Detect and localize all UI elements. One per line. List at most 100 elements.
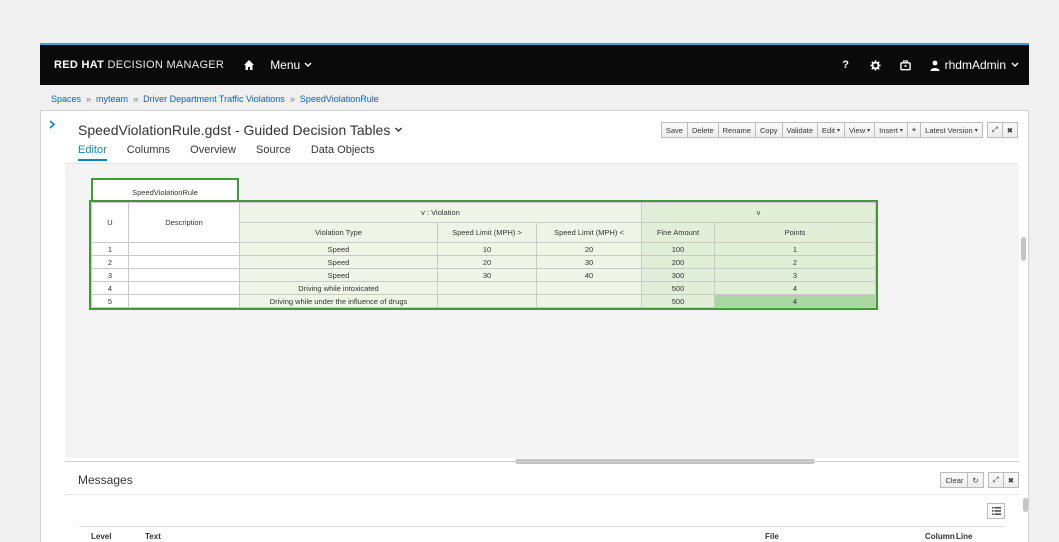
column-header-text[interactable]: Text: [145, 532, 161, 541]
tab-overview[interactable]: Overview: [190, 144, 236, 161]
crosshair-button[interactable]: ⌖: [906, 122, 922, 138]
speed-lt-cell[interactable]: [536, 294, 642, 308]
user-menu[interactable]: rhdmAdmin: [930, 58, 1019, 72]
speed-gt-cell[interactable]: [437, 294, 537, 308]
speed-lt-cell[interactable]: 30: [536, 255, 642, 269]
condition-group-header[interactable]: v : Violation: [239, 202, 642, 223]
column-header-level[interactable]: Level: [91, 532, 111, 541]
points-cell[interactable]: 2: [714, 255, 876, 269]
violation-type-cell[interactable]: Speed: [239, 268, 438, 282]
view-dropdown[interactable]: View ▾: [844, 122, 876, 138]
refresh-button[interactable]: ↻: [967, 472, 984, 488]
table-row: 2 Speed 20 30 200 2: [91, 255, 876, 269]
validate-button[interactable]: Validate: [781, 122, 819, 138]
column-header-column[interactable]: Column: [925, 532, 955, 541]
description-cell[interactable]: [128, 268, 240, 282]
messages-scrollbar[interactable]: [1023, 498, 1028, 512]
violation-type-cell[interactable]: Driving while intoxicated: [239, 281, 438, 295]
fine-amount-cell[interactable]: 200: [641, 255, 715, 269]
username: rhdmAdmin: [944, 58, 1006, 72]
row-number[interactable]: 1: [91, 242, 129, 256]
breadcrumb-asset[interactable]: SpeedViolationRule: [300, 94, 379, 104]
row-number[interactable]: 3: [91, 268, 129, 282]
column-picker-button[interactable]: [987, 503, 1005, 519]
edit-dropdown[interactable]: Edit ▾: [817, 122, 845, 138]
points-cell-selected[interactable]: 4: [714, 294, 876, 308]
breadcrumb-project[interactable]: Driver Department Traffic Violations: [143, 94, 285, 104]
gear-icon[interactable]: [870, 59, 882, 71]
description-cell[interactable]: [128, 281, 240, 295]
points-cell[interactable]: 3: [714, 268, 876, 282]
decision-table-canvas[interactable]: SpeedViolationRule U Description v : Vio…: [65, 164, 1019, 464]
view-label: View: [849, 125, 866, 135]
breadcrumb-separator: »: [133, 94, 139, 104]
chevron-right-icon[interactable]: [49, 120, 56, 132]
insert-dropdown[interactable]: Insert ▾: [874, 122, 908, 138]
violation-type-cell[interactable]: Speed: [239, 255, 438, 269]
tab-editor[interactable]: Editor: [78, 144, 107, 161]
save-button[interactable]: Save: [660, 122, 688, 138]
speed-lt-cell[interactable]: [536, 281, 642, 295]
row-number[interactable]: 4: [91, 281, 129, 295]
fine-amount-cell[interactable]: 100: [641, 242, 715, 256]
tab-data-objects[interactable]: Data Objects: [311, 144, 375, 161]
speed-gt-cell[interactable]: [437, 281, 537, 295]
chevron-down-icon: [395, 127, 403, 132]
messages-panel: Messages Clear ↻ ⤢ ✖ Level Text File Col…: [65, 461, 1028, 542]
vertical-scrollbar[interactable]: [1021, 237, 1026, 261]
copy-button[interactable]: Copy: [754, 122, 783, 138]
close-button[interactable]: ✖: [1002, 472, 1019, 488]
column-header-violation-type[interactable]: Violation Type: [239, 222, 438, 243]
clear-button[interactable]: Clear: [940, 472, 969, 488]
column-header-file[interactable]: File: [765, 532, 779, 541]
breadcrumb-team[interactable]: myteam: [96, 94, 128, 104]
speed-gt-cell[interactable]: 20: [437, 255, 537, 269]
close-button[interactable]: ✖: [1001, 122, 1018, 138]
editor-panel: SpeedViolationRule.gdst - Guided Decisio…: [40, 110, 1029, 542]
help-icon[interactable]: ?: [840, 59, 852, 71]
home-icon[interactable]: [242, 58, 256, 72]
menu-dropdown[interactable]: Menu: [270, 58, 312, 72]
breadcrumb-spaces[interactable]: Spaces: [51, 94, 81, 104]
maximize-button[interactable]: ⤢: [987, 472, 1004, 488]
fine-amount-cell[interactable]: 500: [641, 281, 715, 295]
description-cell[interactable]: [128, 242, 240, 256]
speed-lt-cell[interactable]: 40: [536, 268, 642, 282]
crosshair-icon: ⌖: [911, 125, 917, 134]
description-cell[interactable]: [128, 255, 240, 269]
action-group-header[interactable]: v: [641, 202, 876, 223]
description-cell[interactable]: [128, 294, 240, 308]
chevron-down-icon: [304, 62, 312, 67]
briefcase-icon[interactable]: [900, 59, 912, 71]
column-header-line[interactable]: Line: [956, 532, 972, 541]
column-header-speed-gt[interactable]: Speed Limit (MPH) >: [437, 222, 537, 243]
points-cell[interactable]: 4: [714, 281, 876, 295]
table-name-header[interactable]: SpeedViolationRule: [91, 178, 239, 204]
points-cell[interactable]: 1: [714, 242, 876, 256]
tab-source[interactable]: Source: [256, 144, 291, 161]
document-title[interactable]: SpeedViolationRule.gdst - Guided Decisio…: [78, 122, 403, 138]
column-header-u[interactable]: U: [91, 202, 129, 243]
speed-gt-cell[interactable]: 10: [437, 242, 537, 256]
fine-amount-cell[interactable]: 500: [641, 294, 715, 308]
row-number[interactable]: 5: [91, 294, 129, 308]
speed-lt-cell[interactable]: 20: [536, 242, 642, 256]
delete-button[interactable]: Delete: [686, 122, 719, 138]
brand-logo[interactable]: RED HAT DECISION MANAGER: [54, 59, 224, 71]
column-header-speed-lt[interactable]: Speed Limit (MPH) <: [536, 222, 642, 243]
rename-button[interactable]: Rename: [717, 122, 756, 138]
column-header-fine-amount[interactable]: Fine Amount: [641, 222, 715, 243]
tab-columns[interactable]: Columns: [127, 144, 170, 161]
latest-version-dropdown[interactable]: Latest Version ▾: [920, 122, 983, 138]
speed-gt-cell[interactable]: 30: [437, 268, 537, 282]
violation-type-cell[interactable]: Driving while under the influence of dru…: [239, 294, 438, 308]
row-number[interactable]: 2: [91, 255, 129, 269]
violation-type-cell[interactable]: Speed: [239, 242, 438, 256]
fine-amount-cell[interactable]: 300: [641, 268, 715, 282]
user-icon: [930, 60, 940, 71]
column-header-points[interactable]: Points: [714, 222, 876, 243]
breadcrumb-separator: »: [86, 94, 92, 104]
column-header-description[interactable]: Description: [128, 202, 240, 243]
refresh-icon: ↻: [972, 475, 979, 485]
maximize-button[interactable]: ⤢: [986, 122, 1003, 138]
